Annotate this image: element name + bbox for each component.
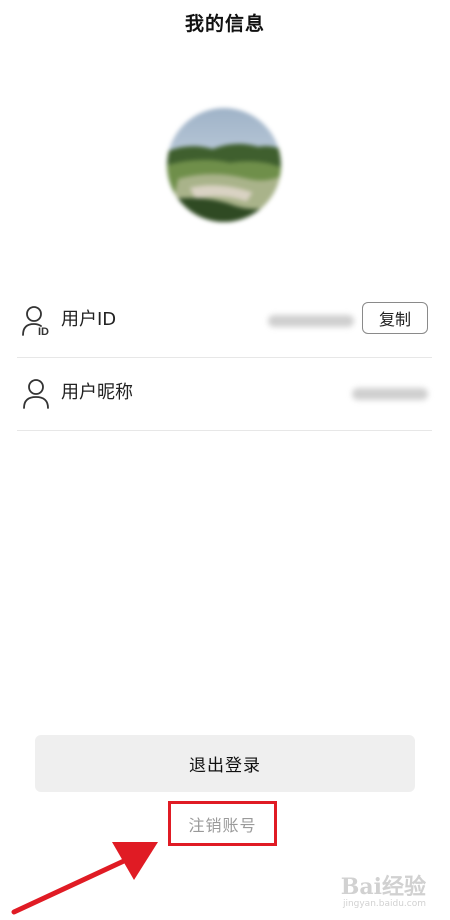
user-nickname-label: 用户昵称 xyxy=(61,382,133,403)
user-id-label: 用户ID xyxy=(61,309,117,330)
watermark: Bai经验 jingyan.baidu.com xyxy=(306,875,426,910)
user-nickname-row[interactable]: 用户昵称 xyxy=(17,358,432,431)
avatar[interactable] xyxy=(167,108,281,222)
user-nickname-value-blurred xyxy=(352,388,428,400)
annotation-arrow-icon xyxy=(0,820,180,920)
svg-text:ID: ID xyxy=(38,326,49,337)
user-id-row: ID 用户ID 复制 xyxy=(17,285,432,358)
copy-button[interactable]: 复制 xyxy=(362,302,428,334)
user-id-value-blurred xyxy=(268,315,354,327)
cancel-account-button[interactable]: 注销账号 xyxy=(168,801,277,846)
avatar-landscape-photo xyxy=(167,108,281,222)
page-title: 我的信息 xyxy=(184,13,265,35)
watermark-url: jingyan.baidu.com xyxy=(342,899,426,909)
user-id-icon: ID xyxy=(21,305,55,337)
watermark-brand: Bai经验 xyxy=(340,874,426,900)
user-icon xyxy=(21,378,55,410)
logout-button[interactable]: 退出登录 xyxy=(35,735,415,792)
